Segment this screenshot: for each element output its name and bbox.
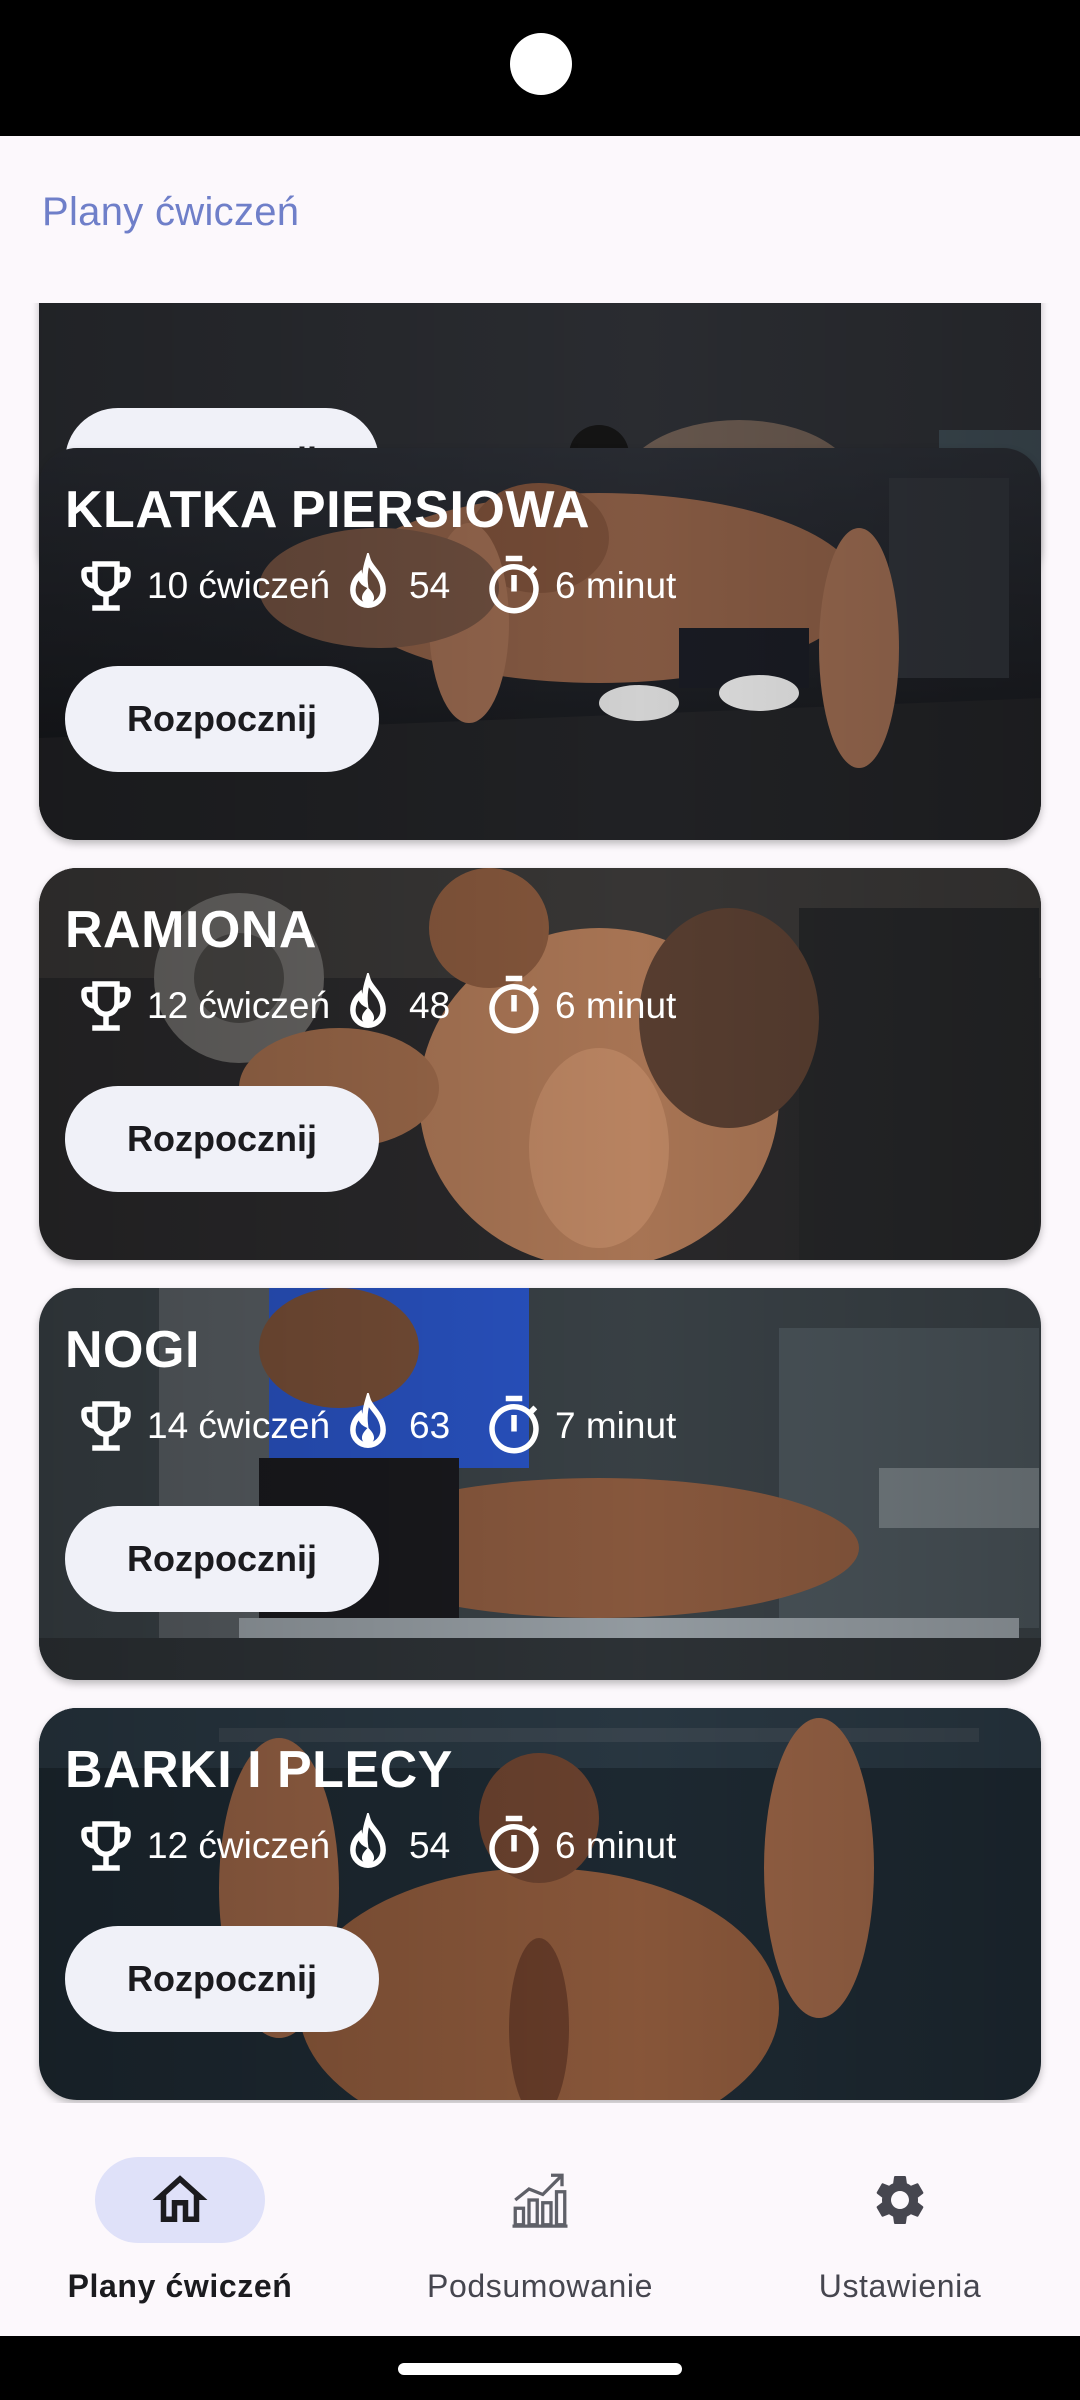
home-icon xyxy=(152,2175,208,2222)
fire-icon xyxy=(350,1813,386,1868)
duration-stat: 6 minut xyxy=(481,1811,715,1881)
trophy-icon xyxy=(81,561,131,611)
card-stats: 12 ćwiczeń 48 6 minut xyxy=(73,971,715,1041)
page-title: Plany ćwiczeń xyxy=(42,190,300,234)
start-button[interactable]: Rozpocznij xyxy=(65,666,379,772)
card-title: NOGI xyxy=(65,1321,200,1379)
start-button[interactable]: Rozpocznij xyxy=(65,1086,379,1192)
card-title: BARKI I PLECY xyxy=(65,1741,453,1799)
exercises-stat: 14 ćwiczeń xyxy=(73,1391,335,1461)
calories-stat: 63 xyxy=(335,1391,481,1461)
trophy-icon xyxy=(81,1401,131,1451)
workout-plan-list[interactable]: Rozpocznij xyxy=(0,303,1080,2103)
nav-label: Plany ćwiczeń xyxy=(67,2268,293,2304)
exercises-stat: 12 ćwiczeń xyxy=(73,1811,335,1881)
calories-value: 54 xyxy=(409,1825,451,1866)
exercises-stat: 10 ćwiczeń xyxy=(73,551,335,621)
duration-value: 6 minut xyxy=(555,1825,677,1866)
workout-card-chest[interactable]: KLATKA PIERSIOWA 10 ćwiczeń 54 6 minut R… xyxy=(39,448,1041,840)
card-stats: 10 ćwiczeń 54 6 minut xyxy=(73,551,715,621)
exercises-count: 12 ćwiczeń xyxy=(147,1825,331,1866)
timer-icon xyxy=(489,555,539,614)
gear-icon xyxy=(876,2176,924,2224)
workout-card-arms[interactable]: RAMIONA 12 ćwiczeń 48 6 minut Rozpocznij xyxy=(39,868,1041,1260)
card-title: RAMIONA xyxy=(65,901,317,959)
exercises-count: 10 ćwiczeń xyxy=(147,565,331,606)
duration-value: 6 minut xyxy=(555,565,677,606)
calories-value: 54 xyxy=(409,565,451,606)
duration-stat: 7 minut xyxy=(481,1391,715,1461)
calories-stat: 48 xyxy=(335,971,481,1041)
nav-label: Podsumowanie xyxy=(427,2268,653,2304)
bottom-navigation: Plany ćwiczeń Podsumowanie Ustawienia xyxy=(0,2120,1080,2336)
exercises-count: 12 ćwiczeń xyxy=(147,985,331,1026)
card-stats: 14 ćwiczeń 63 7 minut xyxy=(73,1391,715,1461)
timer-icon xyxy=(489,1815,539,1874)
chart-growth-icon xyxy=(512,2173,568,2228)
duration-stat: 6 minut xyxy=(481,971,715,1041)
card-title: KLATKA PIERSIOWA xyxy=(65,481,591,539)
fire-icon xyxy=(350,1393,386,1448)
start-button[interactable]: Rozpocznij xyxy=(65,1926,379,2032)
duration-stat: 6 minut xyxy=(481,551,715,621)
nav-icon-container xyxy=(455,2157,625,2243)
trophy-icon xyxy=(81,981,131,1031)
home-gesture-handle[interactable] xyxy=(398,2363,682,2375)
nav-item-settings[interactable]: Ustawienia xyxy=(750,2120,1050,2336)
calories-value: 63 xyxy=(409,1405,451,1446)
nav-icon-container xyxy=(815,2157,985,2243)
duration-value: 6 minut xyxy=(555,985,677,1026)
status-bar xyxy=(0,0,1080,136)
duration-value: 7 minut xyxy=(555,1405,677,1446)
workout-card-shoulders-back[interactable]: BARKI I PLECY 12 ćwiczeń 54 6 minut Rozp… xyxy=(39,1708,1041,2100)
calories-stat: 54 xyxy=(335,551,481,621)
exercises-count: 14 ćwiczeń xyxy=(147,1405,331,1446)
trophy-icon xyxy=(81,1821,131,1871)
fire-icon xyxy=(350,553,386,608)
nav-active-indicator xyxy=(95,2157,265,2243)
start-button[interactable]: Rozpocznij xyxy=(65,1506,379,1612)
fire-icon xyxy=(350,973,386,1028)
calories-value: 48 xyxy=(409,985,451,1026)
exercises-stat: 12 ćwiczeń xyxy=(73,971,335,1041)
nav-item-summary[interactable]: Podsumowanie xyxy=(390,2120,690,2336)
workout-card-legs[interactable]: NOGI 14 ćwiczeń 63 7 minut Rozpocznij xyxy=(39,1288,1041,1680)
calories-stat: 54 xyxy=(335,1811,481,1881)
nav-item-workout-plans[interactable]: Plany ćwiczeń xyxy=(30,2120,330,2336)
timer-icon xyxy=(489,975,539,1034)
card-stats: 12 ćwiczeń 54 6 minut xyxy=(73,1811,715,1881)
timer-icon xyxy=(489,1395,539,1454)
nav-label: Ustawienia xyxy=(818,2268,982,2304)
camera-cutout xyxy=(510,33,572,95)
